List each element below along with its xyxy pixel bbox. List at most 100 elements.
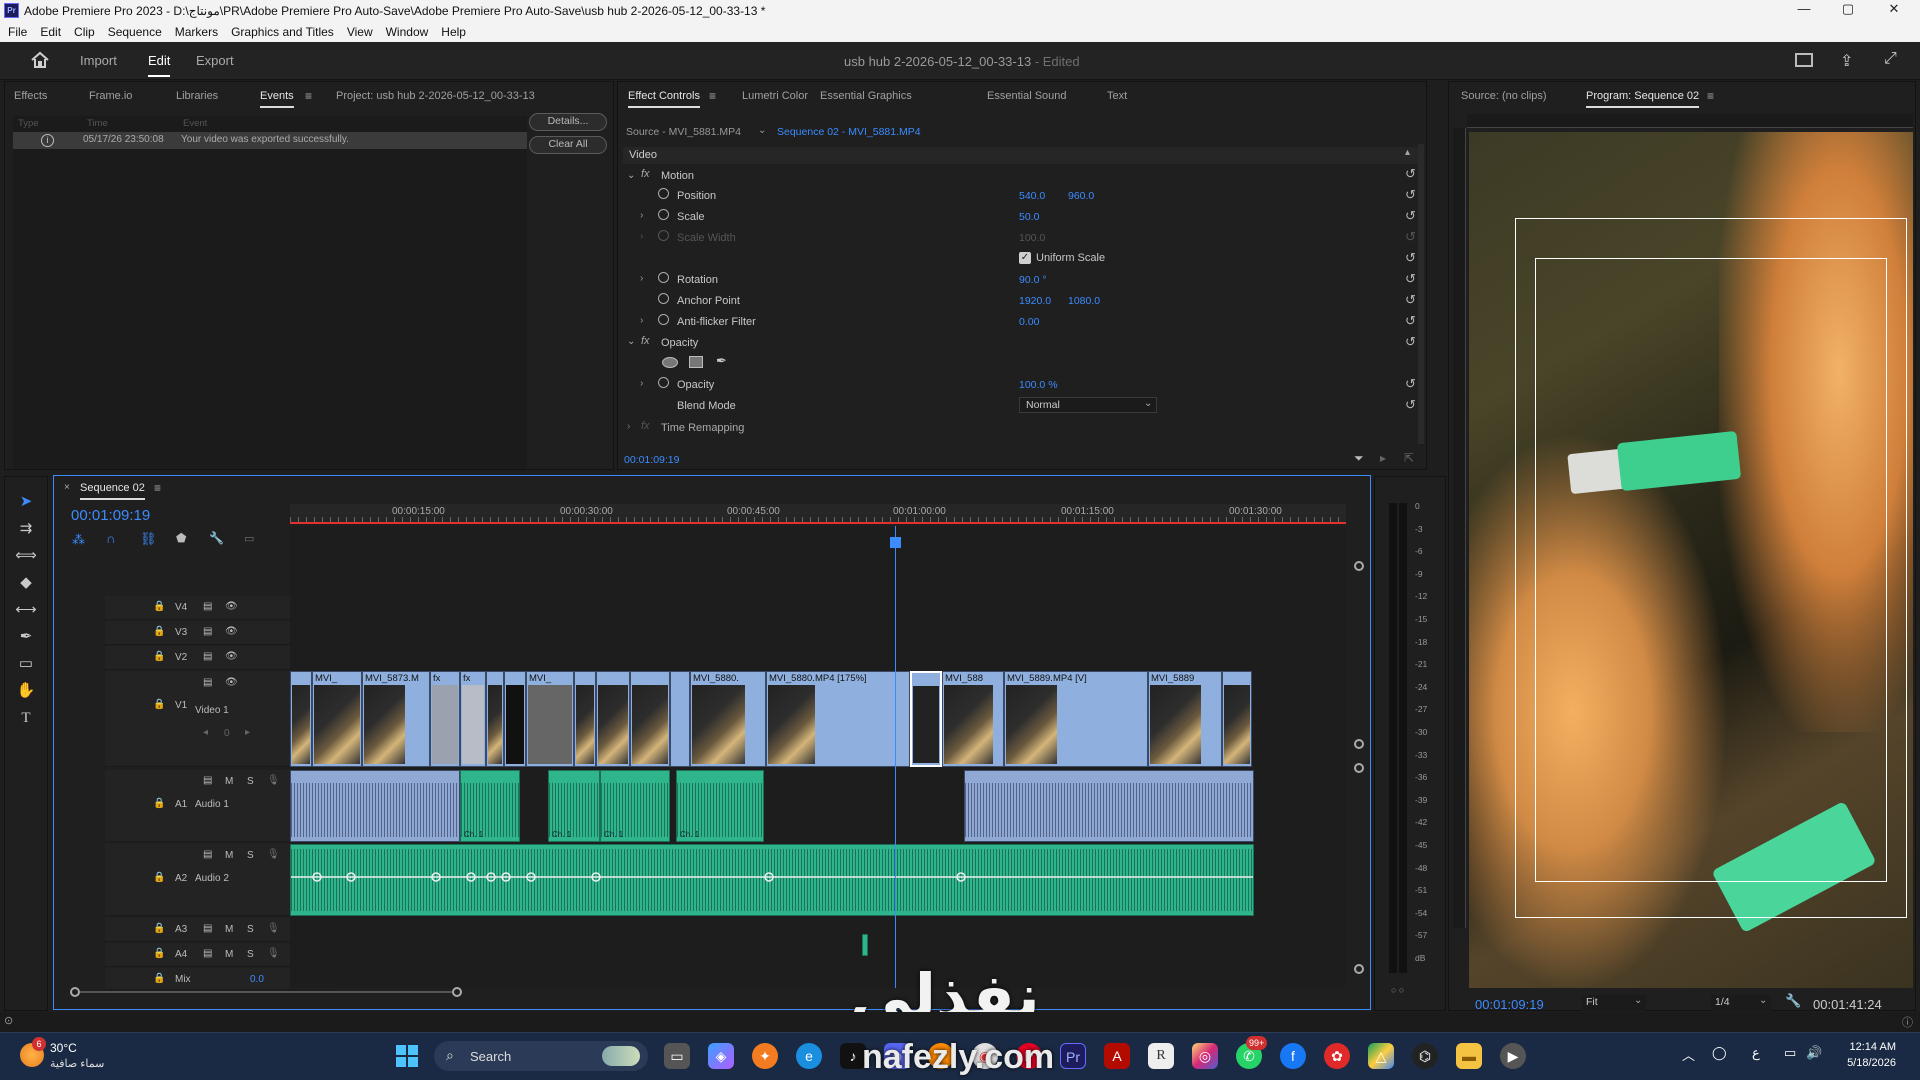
chevron-down-icon[interactable]: ⌄	[758, 125, 766, 136]
tab-effect-controls[interactable]: Effect Controls	[628, 90, 700, 108]
hand-tool-icon[interactable]: ✋	[15, 680, 37, 702]
stopwatch-icon[interactable]	[658, 188, 669, 199]
chevron-down-icon[interactable]: ⌄	[627, 336, 635, 347]
play-audio-icon[interactable]: ▸	[1380, 451, 1386, 465]
workspace-edit[interactable]: Edit	[148, 53, 171, 77]
pen-tool-icon[interactable]: ✒	[15, 626, 37, 648]
linked-selection-icon[interactable]: ⛓	[140, 531, 157, 547]
video-clip[interactable]	[486, 671, 504, 767]
panel-menu-icon[interactable]: ≡	[305, 89, 312, 103]
media-player-icon[interactable]: ▶	[1500, 1043, 1526, 1069]
video-clip[interactable]: MVI_	[526, 671, 574, 767]
antiflicker-value[interactable]: 0.00	[1019, 316, 1039, 328]
audio-clip[interactable]: Ch. 1	[600, 770, 670, 842]
microphone-icon[interactable]: 🎙	[267, 849, 280, 860]
reset-icon[interactable]: ↺	[1405, 334, 1416, 350]
track-id[interactable]: V3	[175, 627, 187, 638]
add-marker-icon[interactable]: ⬟	[176, 531, 186, 545]
track-id[interactable]: V4	[175, 602, 187, 613]
clock-date[interactable]: 5/18/2026	[1836, 1057, 1896, 1069]
video-clip[interactable]: MVI_5880.	[690, 671, 766, 767]
tab-essential-graphics[interactable]: Essential Graphics	[820, 90, 912, 102]
lock-icon[interactable]: 🔒	[153, 948, 165, 959]
tab-libraries[interactable]: Libraries	[176, 90, 218, 102]
tab-text[interactable]: Text	[1107, 90, 1127, 102]
sync-lock-icon[interactable]: ▤	[203, 775, 212, 786]
prev-keyframe-icon[interactable]: ◂	[203, 727, 208, 738]
sync-lock-icon[interactable]: ▤	[203, 651, 212, 662]
video-clip[interactable]: MVI_5889	[1148, 671, 1222, 767]
volume-icon[interactable]: 🔊	[1806, 1045, 1822, 1061]
video-clip[interactable]	[290, 671, 312, 767]
video-clip[interactable]	[1222, 671, 1252, 767]
event-row[interactable]: i 05/17/26 23:50:08 Your video was expor…	[13, 132, 527, 149]
weather-temp[interactable]: 30°C	[50, 1041, 77, 1055]
stopwatch-icon[interactable]	[658, 209, 669, 220]
reset-icon[interactable]: ↺	[1405, 376, 1416, 392]
minimize-button[interactable]: —	[1784, 1, 1824, 21]
mute-toggle[interactable]: M	[225, 776, 233, 787]
google-drive-icon[interactable]: △	[1368, 1043, 1394, 1069]
resolution-select[interactable]: 1/4 ⌄	[1711, 995, 1771, 1011]
tab-project[interactable]: Project: usb hub 2-2026-05-12_00-33-13	[336, 90, 535, 102]
video-clip[interactable]	[630, 671, 670, 767]
type-tool-icon[interactable]: T	[15, 707, 37, 729]
lock-icon[interactable]: 🔒	[153, 973, 165, 984]
uniform-scale-checkbox[interactable]: ✓	[1019, 252, 1031, 264]
menu-graphics[interactable]: Graphics and Titles	[231, 25, 334, 39]
lock-icon[interactable]: 🔒	[153, 872, 165, 883]
clear-all-button[interactable]: Clear All	[529, 136, 607, 154]
menu-markers[interactable]: Markers	[175, 25, 218, 39]
panel-menu-icon[interactable]: ≡	[1707, 89, 1714, 103]
zoom-handle-right[interactable]	[452, 987, 462, 997]
audio-clip[interactable]: Ch. 1	[676, 770, 764, 842]
share-icon[interactable]: ⇪	[1840, 51, 1853, 71]
rectangle-mask-icon[interactable]	[689, 356, 703, 368]
microphone-icon[interactable]: 🎙	[267, 923, 280, 934]
pen-mask-icon[interactable]: ✒	[716, 353, 727, 369]
nest-icon[interactable]: ⁂	[72, 532, 85, 548]
tab-essential-sound[interactable]: Essential Sound	[987, 90, 1067, 102]
video-clip[interactable]: fx	[430, 671, 460, 767]
weather-desc[interactable]: سماء صافية	[50, 1057, 104, 1070]
fx-icon[interactable]: fx	[641, 168, 650, 180]
chevron-right-icon[interactable]: ›	[627, 421, 630, 432]
fullscreen-icon[interactable]: ⤢	[1884, 50, 1897, 68]
render-status-icon[interactable]: ⊙	[4, 1014, 13, 1027]
reset-icon[interactable]: ↺	[1405, 250, 1416, 266]
tab-events[interactable]: Events	[260, 90, 294, 108]
solo-toggle[interactable]: S	[247, 776, 254, 787]
solo-toggle[interactable]: S	[247, 924, 254, 935]
snap-magnet-icon[interactable]: ∩	[106, 531, 115, 546]
next-keyframe-icon[interactable]: ▸	[245, 727, 250, 738]
tab-sequence[interactable]: Sequence 02	[80, 482, 145, 500]
menu-file[interactable]: File	[8, 25, 27, 39]
menu-sequence[interactable]: Sequence	[108, 25, 162, 39]
reset-icon[interactable]: ↺	[1405, 397, 1416, 413]
audio-clip[interactable]	[290, 770, 460, 842]
sync-lock-icon[interactable]: ▤	[203, 601, 212, 612]
track-area[interactable]: MVI_ MVI_5873.M fx fx MVI_ MVI_5880. MVI…	[290, 526, 1346, 988]
lock-icon[interactable]: 🔒	[153, 601, 165, 612]
lock-icon[interactable]: 🔒	[153, 626, 165, 637]
file-explorer-icon[interactable]: ▬	[1456, 1043, 1482, 1069]
mute-toggle[interactable]: M	[225, 949, 233, 960]
edge-icon[interactable]: e	[796, 1043, 822, 1069]
stopwatch-icon[interactable]	[658, 293, 669, 304]
reset-icon[interactable]: ↺	[1405, 271, 1416, 287]
track-id[interactable]: A1	[175, 799, 187, 810]
export-icon[interactable]: ⇱	[1404, 451, 1414, 465]
avast-icon[interactable]: ✦	[752, 1043, 778, 1069]
video-clip[interactable]	[504, 671, 526, 767]
scroll-handle[interactable]	[1354, 739, 1364, 749]
tab-frameio[interactable]: Frame.io	[89, 90, 132, 102]
stopwatch-icon[interactable]	[658, 314, 669, 325]
opacity-value[interactable]: 100.0 %	[1019, 379, 1058, 391]
menu-edit[interactable]: Edit	[40, 25, 61, 39]
razor-tool-icon[interactable]: ◆	[15, 572, 37, 594]
microphone-icon[interactable]: 🎙	[267, 948, 280, 959]
track-id[interactable]: A3	[175, 924, 187, 935]
scroll-handle[interactable]	[1354, 964, 1364, 974]
video-clip[interactable]: MVI_	[312, 671, 362, 767]
windows-start-icon[interactable]	[396, 1045, 418, 1067]
